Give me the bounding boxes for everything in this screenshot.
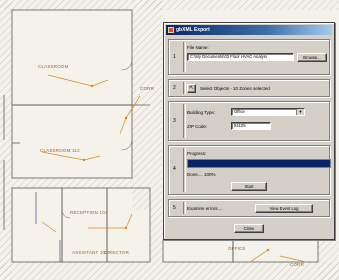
room-label-corr-2: CORR [290, 262, 305, 267]
arrow-select-icon: ⇱ [189, 85, 194, 91]
app-logo-icon [168, 27, 174, 33]
selection-status: Select Objects - 10 Zones selected [200, 86, 270, 91]
step-5-number: 5 [173, 205, 176, 211]
chevron-down-icon[interactable]: ▼ [296, 109, 304, 115]
file-name-label: File Name: [187, 45, 209, 50]
step-divider [183, 104, 186, 138]
step-divider [183, 82, 186, 94]
view-event-log-button[interactable]: View Event Log [255, 204, 313, 213]
progress-done-text: Done.... 100% [187, 172, 216, 177]
step-4-panel: 4 Progress: Done.... 100% Start [168, 145, 331, 195]
step-2-number: 2 [173, 85, 176, 91]
room-label-classroom-112: CLASSROOM 112 [40, 148, 80, 153]
progress-bar-fill [188, 160, 330, 167]
room-label-assistant: ASSISTANT 103 [72, 250, 108, 255]
step-1-number: 1 [173, 54, 176, 60]
select-objects-button[interactable]: ⇱ [187, 84, 196, 93]
room-label-director: DIRECTOR [104, 250, 130, 255]
step-divider [183, 42, 186, 72]
step-3-panel: 3 Building Type: Office ▼ ZIP Code: 9410… [168, 101, 330, 141]
building-type-value: Office [234, 109, 245, 114]
step-2-panel: 2 ⇱ Select Objects - 10 Zones selected [168, 79, 330, 97]
step-1-panel: 1 File Name: C:\My Documents\03 Floor HV… [168, 39, 330, 75]
building-type-select[interactable]: Office ▼ [231, 108, 305, 116]
progress-label: Progress: [187, 151, 207, 156]
step-divider [183, 202, 186, 214]
dialog-titlebar[interactable]: gbXML Export [166, 25, 332, 35]
step-3-number: 3 [173, 118, 176, 124]
browse-button[interactable]: Browse... [297, 53, 327, 62]
room-label-corr: CORR [140, 86, 155, 91]
room-label-office: OFFICE [228, 246, 246, 251]
zip-code-field[interactable]: 94105 [231, 122, 271, 130]
examine-errors-text: Examine errors.... [187, 206, 223, 211]
step-5-panel: 5 Examine errors.... View Event Log [168, 199, 330, 217]
dialog-title: gbXML Export [176, 27, 210, 33]
gbxml-export-dialog: gbXML Export 1 File Name: C:\My Document… [163, 22, 335, 240]
close-button[interactable]: Close [234, 224, 264, 233]
start-button[interactable]: Start [231, 182, 267, 191]
step-divider [183, 148, 186, 192]
building-type-label: Building Type: [187, 110, 216, 115]
step-4-number: 4 [173, 166, 176, 172]
room-label-classroom: CLASSROOM [38, 64, 69, 69]
file-path-field[interactable]: C:\My Documents\03 Floor HVAC Analysi [187, 53, 294, 61]
zip-code-label: ZIP Code: [187, 124, 208, 129]
room-label-reception: RECEPTION 104 [70, 210, 108, 215]
progress-bar [187, 159, 331, 168]
